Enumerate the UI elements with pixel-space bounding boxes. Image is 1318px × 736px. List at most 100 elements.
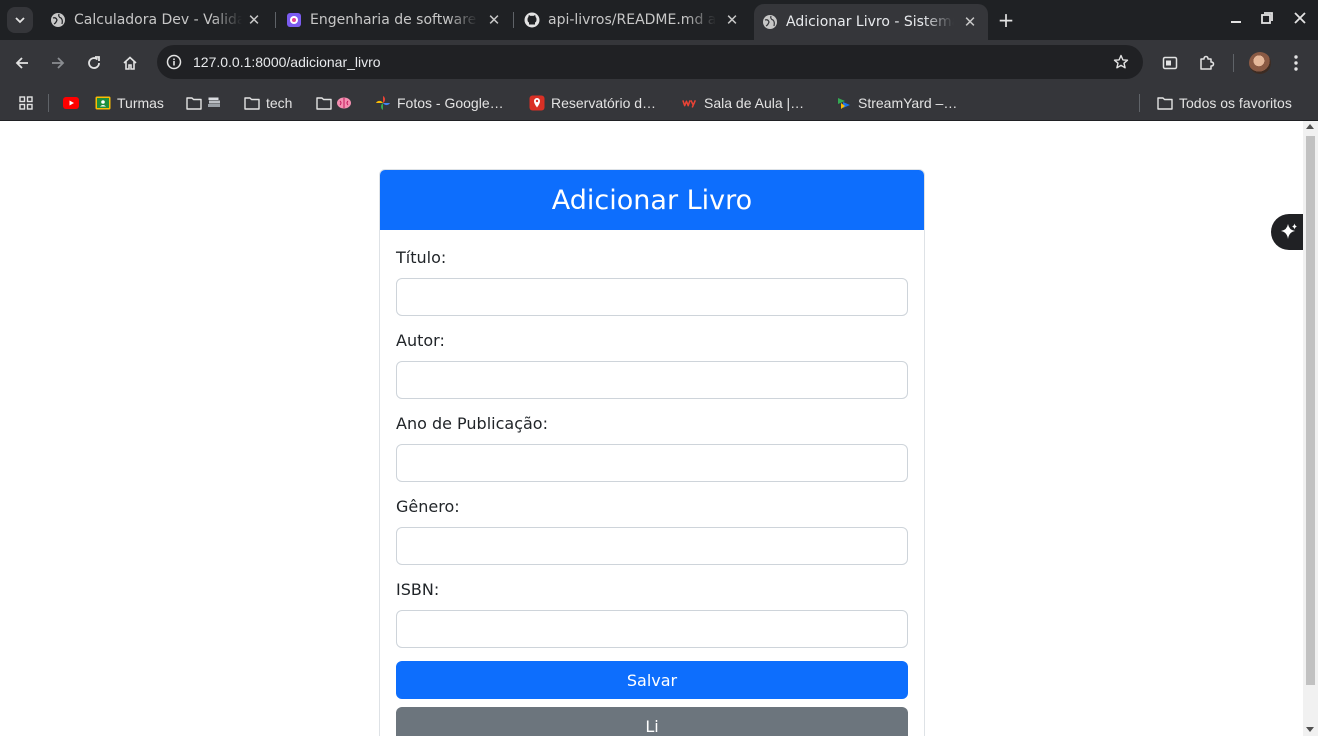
bookmarks-separator <box>48 94 49 112</box>
bookmark-label: Turmas <box>117 95 164 111</box>
tab-title: api-livros/README.md at main <box>548 12 716 28</box>
forward-button[interactable] <box>46 51 70 75</box>
arrow-left-icon <box>15 57 28 69</box>
autor-label: Autor: <box>396 331 445 350</box>
new-tab-button[interactable]: + <box>996 10 1016 30</box>
bookmark-star-icon[interactable] <box>1111 52 1131 72</box>
genero-label: Gênero: <box>396 497 460 516</box>
page-title: Adicionar Livro <box>551 184 753 216</box>
toolbar-separator <box>1233 54 1234 72</box>
card-header: Adicionar Livro <box>380 170 924 230</box>
globe-icon <box>762 14 778 30</box>
close-window-button[interactable] <box>1290 10 1310 30</box>
tab-calculadora[interactable]: Calculadora Dev - Validação ✕ <box>40 0 272 40</box>
tab-title: Calculadora Dev - Validação <box>74 12 242 28</box>
tab-title: Engenharia de software <box>310 12 477 28</box>
wy-icon <box>682 95 698 111</box>
tab-strip: Calculadora Dev - Validação ✕ Engenharia… <box>0 0 1318 40</box>
titulo-input[interactable] <box>396 278 908 316</box>
google-photos-icon <box>375 95 391 111</box>
bookmark-turmas[interactable]: Turmas <box>95 92 164 114</box>
field-ano-publicacao: Ano de Publicação: <box>396 412 908 482</box>
bookmark-folder-books[interactable] <box>186 92 228 114</box>
genero-input[interactable] <box>396 527 908 565</box>
field-autor: Autor: <box>396 329 908 399</box>
folder-icon <box>244 95 260 111</box>
bookmark-reservatorio[interactable]: Reservatório d… <box>529 92 656 114</box>
classroom-icon <box>95 95 111 111</box>
home-button[interactable] <box>118 51 142 75</box>
side-panel-icon[interactable] <box>1159 52 1181 74</box>
sparkle-icon <box>1281 223 1297 239</box>
youtube-icon <box>63 95 79 111</box>
bookmark-label: StreamYard –… <box>858 95 958 111</box>
close-icon[interactable]: ✕ <box>486 12 502 28</box>
scroll-up-arrow[interactable] <box>1306 124 1314 129</box>
reload-button[interactable] <box>82 51 106 75</box>
ano-publicacao-input[interactable] <box>396 444 908 482</box>
folder-icon <box>1157 95 1173 111</box>
bookmark-label: Fotos - Google… <box>397 95 504 111</box>
scroll-thumb[interactable] <box>1306 136 1315 685</box>
map-pin-icon <box>529 95 545 111</box>
tab-title: Adicionar Livro - Sistema <box>786 14 954 30</box>
field-isbn: ISBN: <box>396 578 908 648</box>
chevron-down-icon <box>15 17 25 24</box>
bookmark-folder-brain[interactable] <box>316 92 358 114</box>
globe-icon <box>50 12 66 28</box>
secondary-button[interactable]: Li <box>396 707 908 736</box>
all-bookmarks-button[interactable]: Todos os favoritos <box>1157 92 1292 114</box>
bookmark-sala-de-aula[interactable]: Sala de Aula |… <box>682 92 804 114</box>
url-text[interactable]: 127.0.0.1:8000/adicionar_livro <box>193 54 381 70</box>
minimize-button[interactable] <box>1226 10 1246 30</box>
browser-toolbar: 127.0.0.1:8000/adicionar_livro <box>0 40 1318 85</box>
titulo-label: Título: <box>396 248 447 267</box>
add-book-card: Adicionar Livro Título: Autor: Ano de Pu… <box>379 169 925 736</box>
profile-avatar[interactable] <box>1249 52 1271 74</box>
add-book-form: Título: Autor: Ano de Publicação: Gênero… <box>380 230 924 736</box>
ano-publicacao-label: Ano de Publicação: <box>396 414 548 433</box>
site-info-icon[interactable] <box>165 53 183 71</box>
field-genero: Gênero: <box>396 495 908 565</box>
autor-input[interactable] <box>396 361 908 399</box>
bookmark-streamyard[interactable]: StreamYard –… <box>836 92 957 114</box>
scroll-down-arrow[interactable] <box>1306 727 1314 732</box>
folder-icon <box>316 95 332 111</box>
restore-button[interactable] <box>1257 10 1277 30</box>
bookmark-label: tech <box>266 95 293 111</box>
bookmark-youtube[interactable] <box>63 92 85 114</box>
folder-icon <box>186 95 202 111</box>
all-bookmarks-label: Todos os favoritos <box>1179 95 1292 111</box>
close-icon[interactable]: ✕ <box>246 12 262 28</box>
close-icon[interactable]: ✕ <box>724 12 740 28</box>
app-badge-icon <box>286 12 302 28</box>
tab-search-button[interactable] <box>7 7 33 33</box>
close-icon[interactable]: ✕ <box>962 14 978 30</box>
books-icon <box>206 95 222 111</box>
arrow-right-icon <box>52 57 65 69</box>
streamyard-icon <box>836 95 852 111</box>
brain-icon <box>336 95 352 111</box>
bookmark-label: Sala de Aula |… <box>704 95 805 111</box>
tab-github-readme[interactable]: api-livros/README.md at main ✕ <box>514 0 750 40</box>
bookmarks-bar: Turmas tech Fotos - Google… Reservatório… <box>0 85 1318 121</box>
page-viewport: Adicionar Livro Título: Autor: Ano de Pu… <box>0 121 1318 736</box>
save-button[interactable]: Salvar <box>396 661 908 699</box>
reload-icon <box>88 56 100 69</box>
bookmarks-separator <box>1139 94 1140 112</box>
apps-grid-button[interactable] <box>18 92 40 114</box>
extensions-puzzle-icon[interactable] <box>1196 52 1218 74</box>
isbn-input[interactable] <box>396 610 908 648</box>
address-bar[interactable]: 127.0.0.1:8000/adicionar_livro <box>157 45 1143 79</box>
more-menu-icon[interactable] <box>1285 52 1307 74</box>
tab-adicionar-livro[interactable]: Adicionar Livro - Sistema ✕ <box>754 4 988 40</box>
field-titulo: Título: <box>396 246 908 316</box>
bookmark-google-photos[interactable]: Fotos - Google… <box>375 92 504 114</box>
tab-engenharia[interactable]: Engenharia de software ✕ <box>276 0 512 40</box>
vertical-scrollbar[interactable] <box>1303 121 1318 736</box>
back-button[interactable] <box>10 51 34 75</box>
bookmark-folder-tech[interactable]: tech <box>244 92 292 114</box>
isbn-label: ISBN: <box>396 580 440 599</box>
github-icon <box>524 12 540 28</box>
apps-grid-icon <box>18 95 34 111</box>
